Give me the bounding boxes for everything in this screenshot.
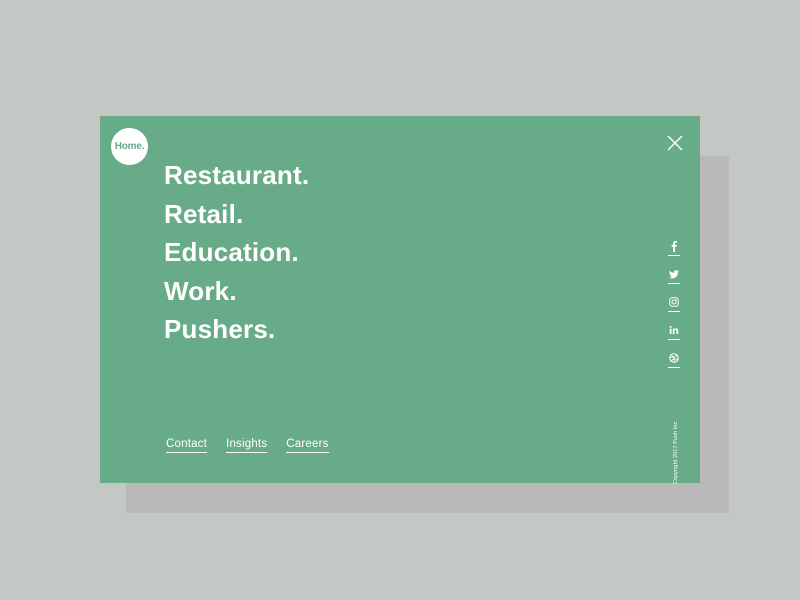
dribbble-underline xyxy=(668,367,680,368)
twitter-icon xyxy=(669,270,679,279)
logo-label: Home. xyxy=(114,141,145,152)
footer-link-insights[interactable]: Insights xyxy=(226,438,268,453)
instagram-underline xyxy=(668,311,680,312)
nav-item-pushers[interactable]: Pushers. xyxy=(164,310,309,349)
nav-item-education[interactable]: Education. xyxy=(164,233,309,272)
dribbble-icon xyxy=(669,353,679,363)
main-navigation: Restaurant. Retail. Education. Work. Pus… xyxy=(164,156,309,349)
instagram-icon xyxy=(669,297,679,307)
home-logo-button[interactable]: Home. xyxy=(111,128,148,165)
close-button[interactable] xyxy=(666,134,684,152)
dribbble-link[interactable] xyxy=(667,351,681,379)
footer-link-contact[interactable]: Contact xyxy=(166,438,208,453)
facebook-underline xyxy=(668,255,680,256)
linkedin-underline xyxy=(668,339,680,340)
footer-link-careers[interactable]: Careers xyxy=(286,438,329,453)
twitter-link[interactable] xyxy=(667,267,681,295)
facebook-icon xyxy=(671,241,677,252)
close-icon xyxy=(667,135,683,151)
social-links xyxy=(667,239,683,379)
menu-panel: Home. Restaurant. Retail. Education. Wor… xyxy=(100,116,700,485)
copyright-text: Copyright 2017 Push Inc. xyxy=(673,419,679,485)
nav-item-retail[interactable]: Retail. xyxy=(164,195,309,234)
linkedin-link[interactable] xyxy=(667,323,681,351)
instagram-link[interactable] xyxy=(667,295,681,323)
linkedin-icon xyxy=(669,325,679,334)
nav-item-restaurant[interactable]: Restaurant. xyxy=(164,156,309,195)
footer-links: Contact Insights Careers xyxy=(166,438,329,453)
nav-item-work[interactable]: Work. xyxy=(164,272,309,311)
twitter-underline xyxy=(668,283,680,284)
facebook-link[interactable] xyxy=(667,239,681,267)
